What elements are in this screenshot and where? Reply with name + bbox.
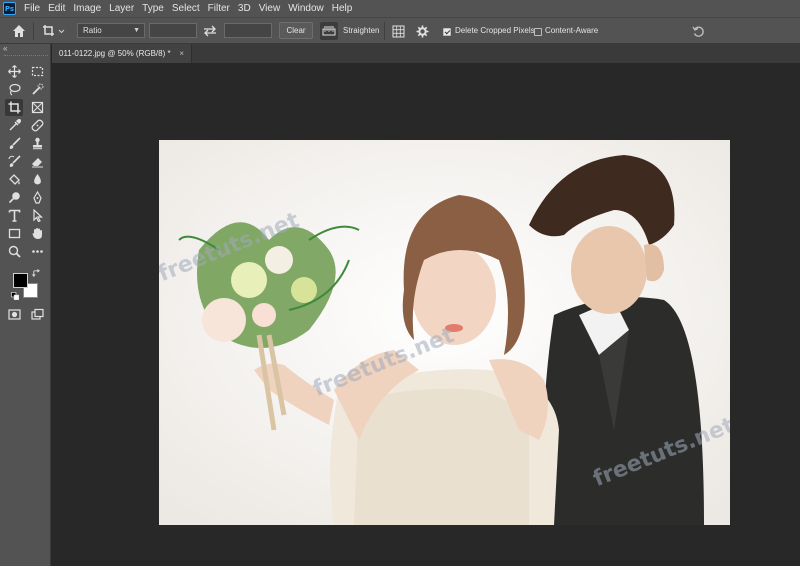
menu-file[interactable]: File <box>24 0 40 17</box>
home-icon[interactable] <box>10 22 28 40</box>
ratio-height-field[interactable] <box>224 23 272 38</box>
options-bar: Ratio ▼ Clear Straighten Delete Cropped … <box>0 17 800 44</box>
delete-cropped-checkbox[interactable] <box>443 28 451 36</box>
document-tab-bar: 011-0122.jpg @ 50% (RGB/8) * × <box>52 44 800 63</box>
menu-select[interactable]: Select <box>172 0 200 17</box>
default-colors-icon[interactable] <box>10 291 20 301</box>
crop-tool-icon[interactable] <box>5 99 23 116</box>
menu-edit[interactable]: Edit <box>48 0 65 17</box>
ratio-select-value: Ratio <box>83 26 102 35</box>
ratio-select[interactable]: Ratio ▼ <box>77 23 145 38</box>
zoom-tool-icon[interactable] <box>5 243 23 260</box>
document-tab[interactable]: 011-0122.jpg @ 50% (RGB/8) * × <box>52 44 192 63</box>
document-tab-title: 011-0122.jpg @ 50% (RGB/8) * <box>59 49 171 58</box>
marquee-tool-icon[interactable] <box>28 63 46 80</box>
paint-bucket-tool-icon[interactable] <box>5 171 23 188</box>
brush-tool-icon[interactable] <box>5 135 23 152</box>
history-brush-tool-icon[interactable] <box>5 153 23 170</box>
foreground-color-swatch[interactable] <box>13 273 28 288</box>
clear-button[interactable]: Clear <box>279 22 313 39</box>
hand-tool-icon[interactable] <box>28 225 46 242</box>
more-tools-icon[interactable] <box>28 243 46 260</box>
quick-mask-icon[interactable] <box>5 306 23 323</box>
eyedropper-tool-icon[interactable] <box>5 117 23 134</box>
lasso-tool-icon[interactable] <box>5 81 23 98</box>
reset-icon[interactable] <box>690 23 706 39</box>
quick-selection-tool-icon[interactable] <box>28 81 46 98</box>
separator <box>33 22 34 40</box>
content-aware-label: Content-Aware <box>545 26 599 35</box>
crop-preset-icon[interactable] <box>40 22 68 40</box>
overlay-grid-icon[interactable] <box>390 23 406 39</box>
gear-icon[interactable] <box>414 23 430 39</box>
blur-tool-icon[interactable] <box>28 171 46 188</box>
dodge-tool-icon[interactable] <box>5 189 23 206</box>
straighten-label: Straighten <box>343 26 380 35</box>
path-selection-tool-icon[interactable] <box>28 207 46 224</box>
straighten-icon[interactable] <box>320 22 338 40</box>
swap-icon[interactable] <box>202 24 218 38</box>
photoshop-logo: Ps <box>3 2 16 15</box>
ratio-width-field[interactable] <box>149 23 197 38</box>
tools-panel: « <box>0 44 51 566</box>
delete-cropped-label: Delete Cropped Pixels <box>455 26 535 35</box>
pen-tool-icon[interactable] <box>28 189 46 206</box>
menu-image[interactable]: Image <box>73 0 101 17</box>
frame-tool-icon[interactable] <box>28 99 46 116</box>
menu-view[interactable]: View <box>259 0 281 17</box>
eraser-tool-icon[interactable] <box>28 153 46 170</box>
rectangle-tool-icon[interactable] <box>5 225 23 242</box>
document-image[interactable]: freetuts.net freetuts.net freetuts.net <box>159 140 730 525</box>
separator <box>384 22 385 40</box>
toolbar-grip[interactable] <box>4 55 48 57</box>
menu-3d[interactable]: 3D <box>238 0 251 17</box>
content-aware-checkbox[interactable] <box>534 28 542 36</box>
screen-mode-icon[interactable] <box>28 306 46 323</box>
type-tool-icon[interactable] <box>5 207 23 224</box>
swap-colors-icon[interactable] <box>31 268 41 278</box>
menu-window[interactable]: Window <box>288 0 324 17</box>
canvas-area[interactable]: freetuts.net freetuts.net freetuts.net <box>52 63 800 566</box>
menu-bar: Ps File Edit Image Layer Type Select Fil… <box>0 0 800 17</box>
clone-stamp-tool-icon[interactable] <box>28 135 46 152</box>
move-tool-icon[interactable] <box>5 63 23 80</box>
chevron-down-icon: ▼ <box>133 27 140 34</box>
menu-help[interactable]: Help <box>332 0 353 17</box>
healing-brush-tool-icon[interactable] <box>28 117 46 134</box>
menu-type[interactable]: Type <box>142 0 164 17</box>
collapse-toolbar-icon[interactable]: « <box>3 44 7 53</box>
close-icon[interactable]: × <box>179 44 184 63</box>
menu-filter[interactable]: Filter <box>208 0 230 17</box>
menu-layer[interactable]: Layer <box>109 0 134 17</box>
